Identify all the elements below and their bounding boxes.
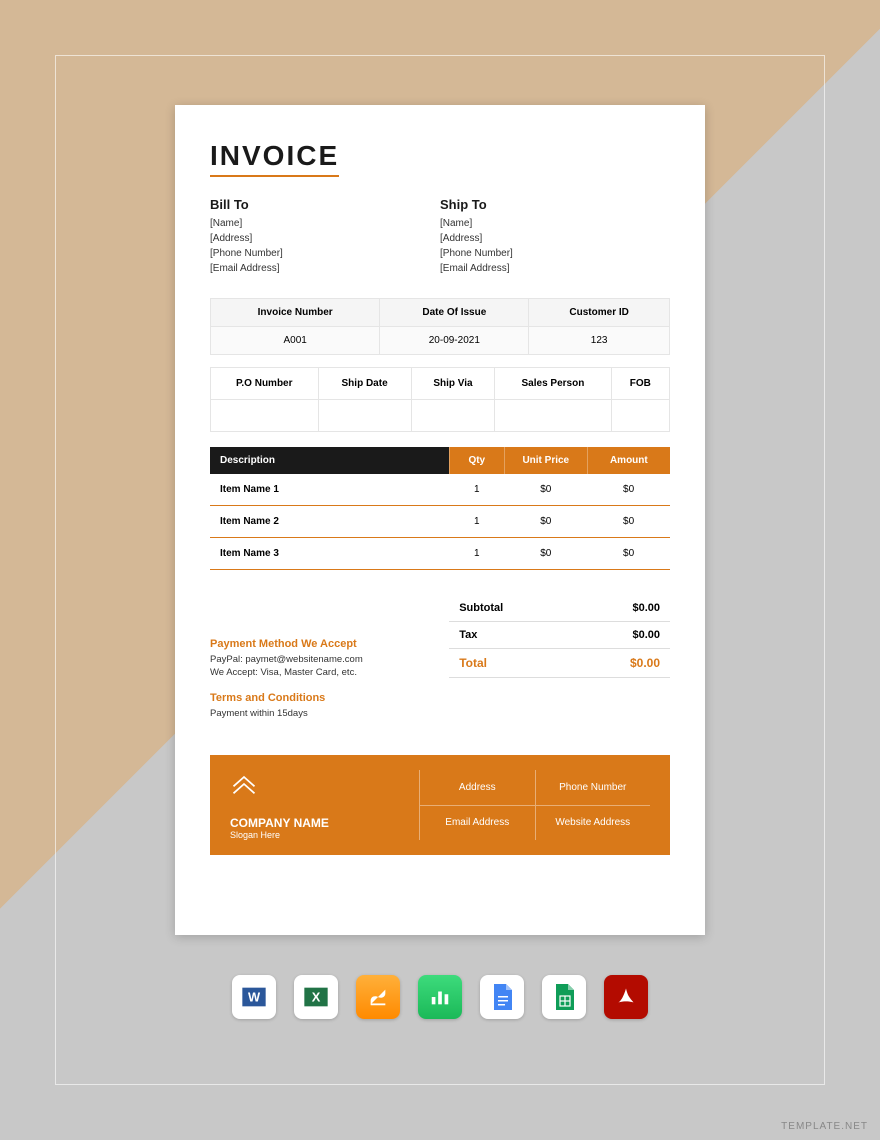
item-row: Item Name 1 1 $0 $0: [210, 474, 670, 506]
ship-email: [Email Address]: [440, 263, 670, 274]
meta-h1: Invoice Number: [211, 299, 380, 327]
footer-website: Website Address: [535, 806, 651, 841]
ship-h2: Ship Date: [318, 368, 411, 400]
payment-block: Payment Method We Accept PayPal: paymet@…: [210, 638, 440, 680]
items-h2: Qty: [449, 447, 504, 474]
svg-text:X: X: [312, 990, 321, 1005]
bill-to-block: Bill To [Name] [Address] [Phone Number] …: [210, 197, 440, 278]
bill-email: [Email Address]: [210, 263, 440, 274]
company-slogan: Slogan Here: [230, 830, 419, 840]
items-h1: Description: [210, 447, 449, 474]
invoice-document: INVOICE Bill To [Name] [Address] [Phone …: [175, 105, 705, 935]
items-h4: Amount: [587, 447, 670, 474]
invoice-meta-table: Invoice Number Date Of Issue Customer ID…: [210, 298, 670, 355]
bill-to-heading: Bill To: [210, 197, 440, 212]
totals-block: Subtotal$0.00 Tax$0.00 Total$0.00: [449, 595, 670, 678]
format-icons-row: W X: [0, 975, 880, 1019]
ship-h5: FOB: [611, 368, 669, 400]
line-items-table: Description Qty Unit Price Amount Item N…: [210, 447, 670, 570]
terms-heading: Terms and Conditions: [210, 692, 440, 704]
subtotal-value: $0.00: [632, 602, 660, 614]
pdf-icon[interactable]: [604, 975, 648, 1019]
total-label: Total: [459, 656, 630, 670]
pages-icon[interactable]: [356, 975, 400, 1019]
address-section: Bill To [Name] [Address] [Phone Number] …: [210, 197, 670, 278]
tax-value: $0.00: [632, 629, 660, 641]
item-row: Item Name 3 1 $0 $0: [210, 538, 670, 570]
bill-address: [Address]: [210, 233, 440, 244]
company-name: COMPANY NAME: [230, 816, 419, 830]
shipping-table: P.O Number Ship Date Ship Via Sales Pers…: [210, 367, 670, 432]
meta-v2: 20-09-2021: [380, 327, 529, 355]
ship-phone: [Phone Number]: [440, 248, 670, 259]
payment-line1: PayPal: paymet@websitename.com: [210, 653, 440, 666]
invoice-title: INVOICE: [210, 140, 339, 177]
meta-h3: Customer ID: [529, 299, 670, 327]
word-icon[interactable]: W: [232, 975, 276, 1019]
tax-label: Tax: [459, 629, 632, 641]
meta-v3: 123: [529, 327, 670, 355]
payment-line2: We Accept: Visa, Master Card, etc.: [210, 666, 440, 679]
watermark: TEMPLATE.NET: [781, 1121, 868, 1132]
payment-heading: Payment Method We Accept: [210, 638, 440, 650]
footer-phone: Phone Number: [535, 770, 651, 806]
terms-block: Terms and Conditions Payment within 15da…: [210, 692, 440, 720]
meta-h2: Date Of Issue: [380, 299, 529, 327]
terms-text: Payment within 15days: [210, 707, 440, 720]
ship-address: [Address]: [440, 233, 670, 244]
item-row: Item Name 2 1 $0 $0: [210, 506, 670, 538]
invoice-footer: COMPANY NAME Slogan Here Address Phone N…: [210, 755, 670, 855]
items-h3: Unit Price: [504, 447, 587, 474]
numbers-icon[interactable]: [418, 975, 462, 1019]
google-sheets-icon[interactable]: [542, 975, 586, 1019]
company-logo-icon: [230, 770, 419, 803]
excel-icon[interactable]: X: [294, 975, 338, 1019]
footer-email: Email Address: [419, 806, 535, 841]
ship-h4: Sales Person: [495, 368, 611, 400]
ship-name: [Name]: [440, 218, 670, 229]
ship-to-heading: Ship To: [440, 197, 670, 212]
subtotal-label: Subtotal: [459, 602, 632, 614]
google-docs-icon[interactable]: [480, 975, 524, 1019]
svg-text:W: W: [248, 990, 261, 1005]
total-value: $0.00: [630, 656, 660, 670]
meta-v1: A001: [211, 327, 380, 355]
ship-h3: Ship Via: [411, 368, 495, 400]
ship-h1: P.O Number: [211, 368, 319, 400]
footer-address: Address: [419, 770, 535, 806]
bill-name: [Name]: [210, 218, 440, 229]
bill-phone: [Phone Number]: [210, 248, 440, 259]
ship-to-block: Ship To [Name] [Address] [Phone Number] …: [440, 197, 670, 278]
